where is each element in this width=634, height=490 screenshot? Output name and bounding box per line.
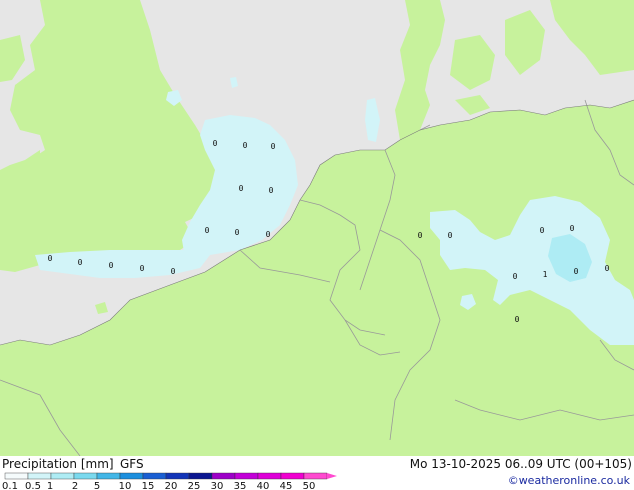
scale-swatch	[142, 472, 167, 480]
scale-tick-label: 30	[211, 481, 224, 490]
scale-swatch	[73, 472, 98, 480]
precip-value-label: 0	[448, 231, 453, 240]
scale-tick-label: 1	[47, 481, 53, 490]
precip-value-label: 0	[235, 228, 240, 237]
scale-tick-label: 15	[142, 481, 155, 490]
precip-value-label: 0	[48, 254, 53, 263]
scale-tick-label: 40	[257, 481, 270, 490]
precip-value-label: 0	[271, 142, 276, 151]
legend-title: Precipitation [mm]	[2, 457, 114, 471]
scale-swatch	[119, 472, 144, 480]
precip-value-label: 0	[205, 226, 210, 235]
precip-value-label: 0	[243, 141, 248, 150]
precip-value-label: 1	[543, 270, 548, 279]
precip-value-label: 0	[269, 186, 274, 195]
precip-value-label: 0	[515, 315, 520, 324]
precip-value-label: 0	[570, 224, 575, 233]
scale-tick-label: 45	[280, 481, 293, 490]
legend-bar: Precipitation [mm] GFS Mo 13-10-2025 06.…	[0, 456, 634, 490]
scale-swatch	[234, 472, 259, 480]
color-scale: 0.1 0.5 1 2 5 10 15 20 25 30 35 40 45 50	[2, 472, 337, 490]
precip-value-label: 0	[140, 264, 145, 273]
valid-time: Mo 13-10-2025 06..09 UTC (00+105)	[409, 457, 632, 471]
scale-arrow	[327, 473, 337, 479]
scale-tick-label: 0.5	[25, 481, 41, 490]
scale-swatch	[4, 472, 29, 480]
precip-value-label: 0	[266, 230, 271, 239]
precip-value-label: 0	[239, 184, 244, 193]
scale-swatch	[211, 472, 236, 480]
scale-swatch	[165, 472, 190, 480]
precipitation-map: 0 0 0 0 0 0 0 0 0 0 0 0 0 0 0 0 0 0 1 0 0 0	[0, 0, 634, 456]
scale-tick-label: 5	[94, 481, 100, 490]
precip-value-label: 0	[171, 267, 176, 276]
precip-value-label: 0	[574, 267, 579, 276]
scale-swatch	[280, 472, 305, 480]
scale-swatch	[50, 472, 75, 480]
scale-swatch	[27, 472, 52, 480]
precip-value-label: 0	[540, 226, 545, 235]
scale-tick-label: 20	[165, 481, 178, 490]
map-area: 0000000000000000001000 Precipitation [mm…	[0, 0, 634, 490]
scale-swatch	[303, 472, 328, 480]
credit-link[interactable]: ©weatheronline.co.uk	[508, 474, 630, 487]
scale-swatch	[257, 472, 282, 480]
scale-tick-label: 2	[72, 481, 78, 490]
scale-swatch	[96, 472, 121, 480]
scale-tick-label: 25	[188, 481, 201, 490]
model-name: GFS	[120, 457, 144, 471]
scale-swatch	[188, 472, 213, 480]
precip-value-label: 0	[78, 258, 83, 267]
precip-value-label: 0	[605, 264, 610, 273]
precip-value-label: 0	[418, 231, 423, 240]
scale-tick-label: 0.1	[2, 481, 18, 490]
scale-tick-label: 35	[234, 481, 247, 490]
precip-value-label: 0	[513, 272, 518, 281]
precip-value-label: 0	[109, 261, 114, 270]
scale-tick-label: 50	[303, 481, 316, 490]
precip-value-label: 0	[213, 139, 218, 148]
scale-tick-label: 10	[119, 481, 132, 490]
